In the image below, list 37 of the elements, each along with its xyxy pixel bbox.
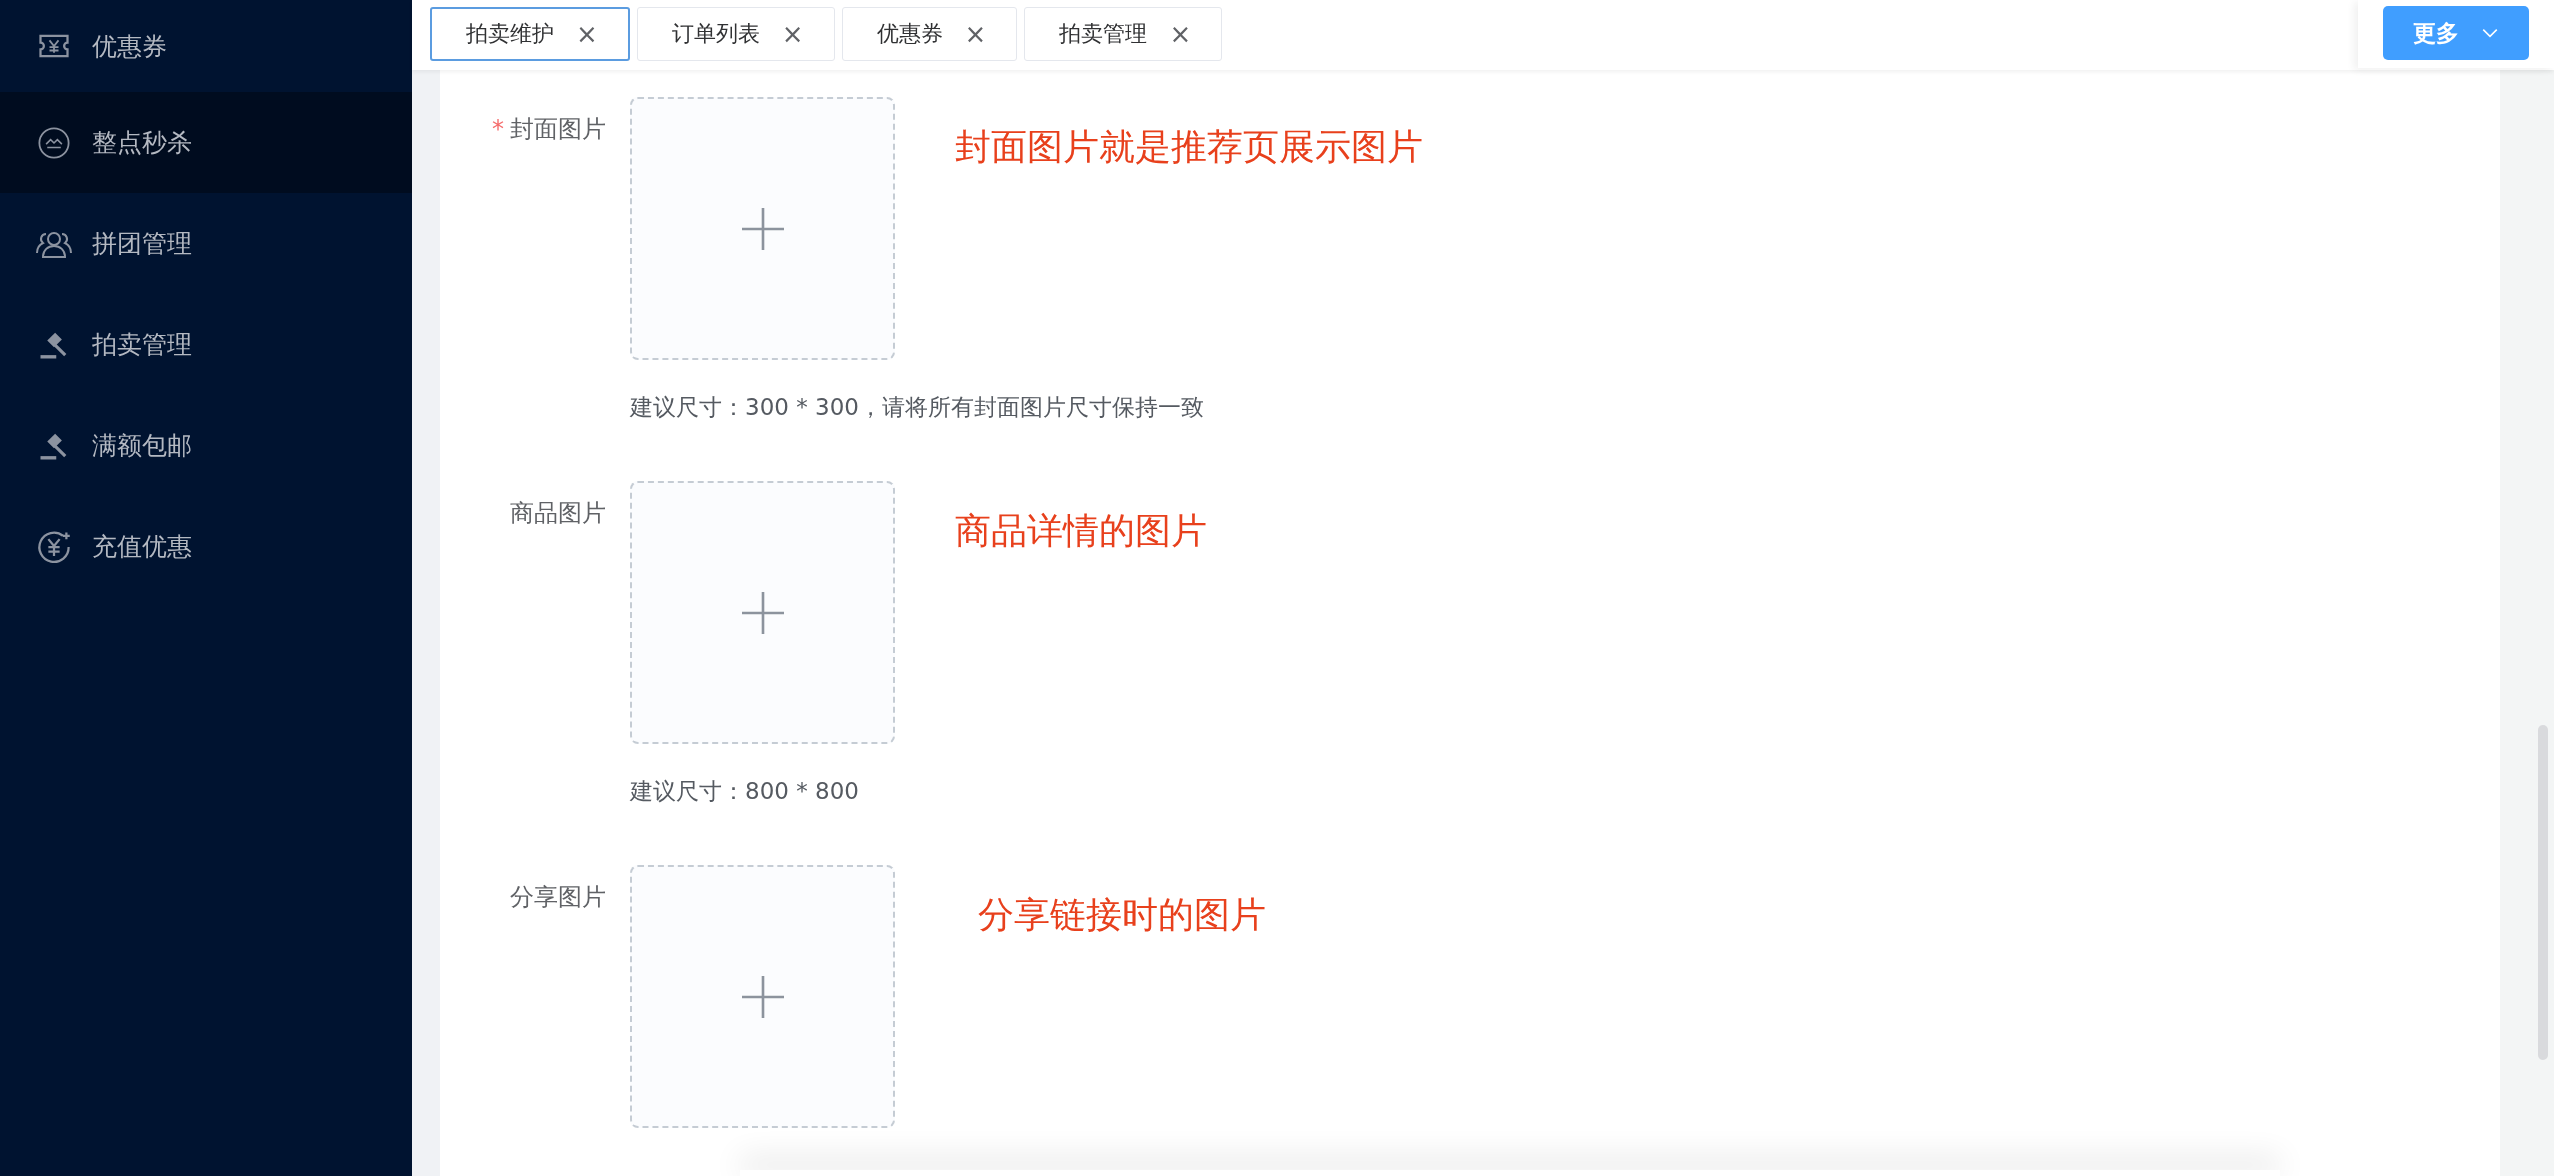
close-icon[interactable]: × [1169,19,1192,49]
field-label: 商品图片 [510,499,606,527]
menu-label: 优惠券 [92,30,167,63]
plus-icon [741,207,784,250]
close-icon[interactable]: × [964,19,987,49]
tab[interactable]: 优惠券 × [841,7,1018,61]
close-icon[interactable]: × [576,19,598,49]
sidebar-item[interactable]: 优惠券 [0,0,412,92]
annotation-text: 封面图片就是推荐页展示图片 [955,125,1423,169]
close-icon[interactable]: × [781,19,804,49]
sidebar-item[interactable]: 满额包邮 [0,395,412,496]
annotation-text: 商品详情的图片 [955,509,1207,553]
plus-icon [741,975,784,1018]
field-label: 封面图片 [510,115,606,143]
image-upload[interactable] [630,865,895,1128]
image-upload[interactable] [630,481,895,744]
plus-icon [741,591,784,634]
caret-icon [2481,27,2499,39]
menu-label: 整点秒杀 [92,127,192,159]
scrollbar-thumb[interactable] [2538,725,2548,1060]
required-mark: * [492,115,504,143]
sidebar-item[interactable]: 拍卖管理 [0,294,412,395]
sidebar-item[interactable]: 充值优惠 [0,496,412,597]
menu-label: 满额包邮 [92,430,192,462]
size-hint: 建议尺寸：300 * 300，请将所有封面图片尺寸保持一致 [630,393,1205,422]
tab[interactable]: 拍卖维护 × [430,7,630,61]
sidebar-item[interactable]: 拼团管理 [0,193,412,294]
annotation-text: 分享链接时的图片 [978,893,1266,937]
tab[interactable]: 订单列表 × [636,7,835,61]
image-upload[interactable] [630,97,895,360]
sidebar-item[interactable]: 整点秒杀 [0,92,412,193]
field-label: 分享图片 [510,883,606,911]
size-hint: 建议尺寸：800 * 800 [630,777,860,806]
menu-label: 充值优惠 [92,531,192,563]
tab[interactable]: 拍卖管理 × [1024,7,1223,61]
menu-label: 拍卖管理 [92,329,192,361]
menu-label: 拼团管理 [92,228,192,260]
